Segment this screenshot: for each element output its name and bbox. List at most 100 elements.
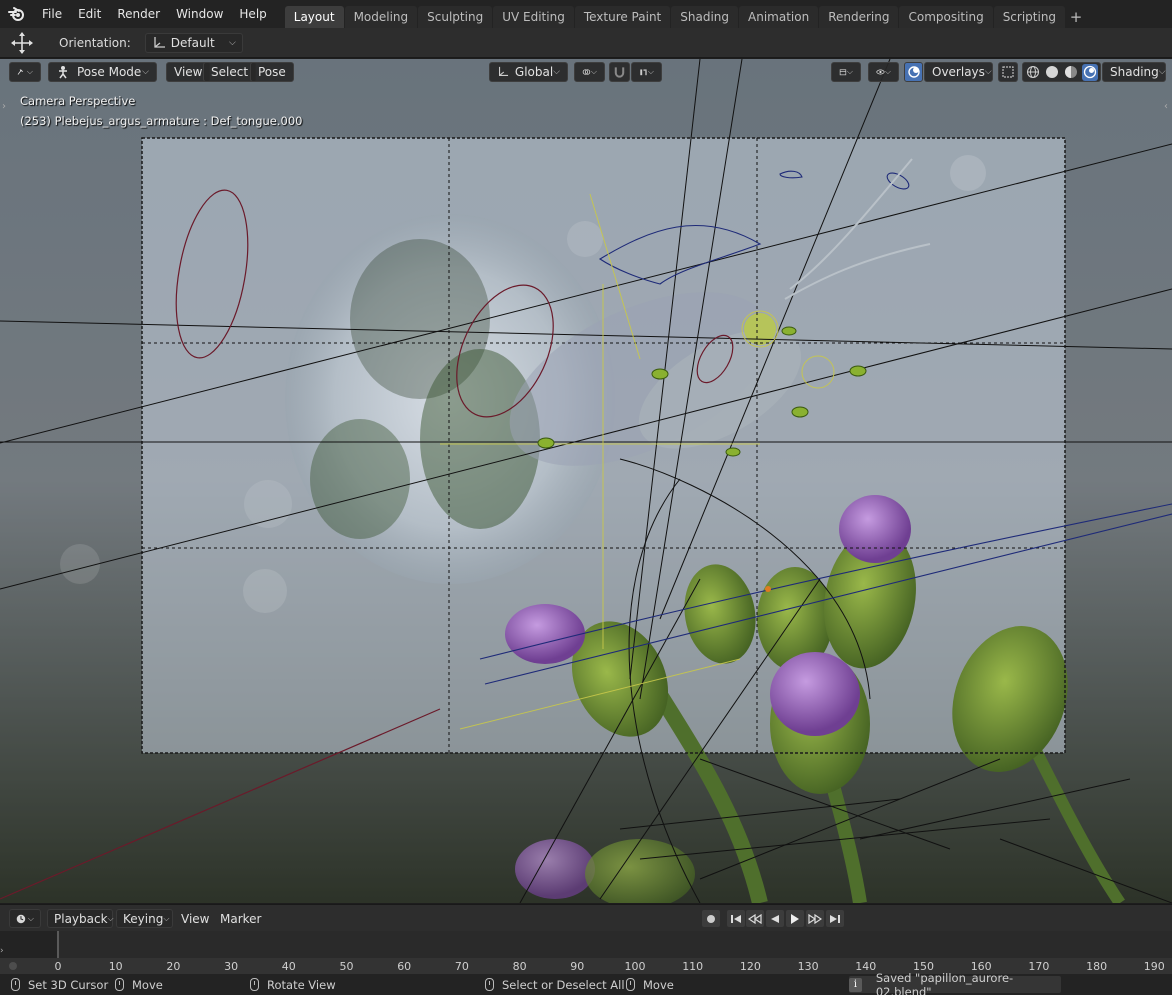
- transform-orientation-dropdown[interactable]: Global ⌵: [489, 62, 568, 82]
- status-select-deselect: Select or Deselect All: [485, 976, 625, 993]
- sidebar-expand-arrow-icon[interactable]: ‹: [1164, 101, 1172, 115]
- frame-tick-label: 90: [570, 960, 585, 973]
- solid-shading-icon[interactable]: [1044, 64, 1060, 81]
- prev-keyframe-icon[interactable]: [746, 910, 764, 927]
- frame-tick-label: 110: [682, 960, 704, 973]
- status-report[interactable]: i Saved "papillon_aurore-02.blend": [849, 971, 1061, 995]
- jump-start-icon[interactable]: [727, 910, 745, 927]
- chevron-down-icon: ⌵: [228, 37, 236, 48]
- tab-shading[interactable]: Shading: [671, 6, 738, 28]
- orientation-dropdown[interactable]: Default ⌵: [144, 32, 243, 53]
- play-reverse-icon[interactable]: [766, 910, 784, 927]
- scroll-start-handle[interactable]: [9, 962, 17, 970]
- object-visibility-button[interactable]: ⌵: [831, 62, 861, 82]
- tab-texture-paint[interactable]: Texture Paint: [574, 6, 671, 28]
- material-preview-icon[interactable]: [1063, 64, 1079, 81]
- xray-toggle[interactable]: [998, 62, 1018, 82]
- timeline-header: ⌵ Playback ⌵ Keying ⌵ View Marker: [0, 904, 1172, 931]
- frame-tick-label: 80: [512, 960, 527, 973]
- marker-menu[interactable]: Marker: [214, 909, 267, 928]
- chevron-down-icon: ⌵: [107, 913, 114, 923]
- tab-animation[interactable]: Animation: [739, 6, 819, 28]
- mouse-drag-icon: [115, 978, 124, 991]
- add-workspace-button[interactable]: +: [1066, 6, 1086, 28]
- mouse-left-icon: [485, 978, 494, 991]
- menu-edit[interactable]: Edit: [70, 0, 109, 28]
- overlays-toggle[interactable]: [904, 62, 923, 82]
- status-move-2: Move: [626, 976, 674, 993]
- active-object-text: (253) Plebejus_argus_armature : Def_tong…: [20, 114, 303, 128]
- mode-dropdown[interactable]: Pose Mode ⌵: [48, 62, 157, 82]
- select-menu[interactable]: Select: [203, 62, 257, 82]
- keying-label: Keying: [123, 911, 164, 926]
- menu-help[interactable]: Help: [231, 0, 274, 28]
- shading-label: Shading: [1110, 65, 1159, 79]
- jump-end-icon[interactable]: [826, 910, 844, 927]
- playback-menu[interactable]: Playback ⌵: [47, 909, 114, 928]
- timeline-editor-type-button[interactable]: ⌵: [9, 909, 41, 928]
- menu-window[interactable]: Window: [168, 0, 231, 28]
- view-name-text: Camera Perspective: [20, 94, 136, 108]
- transform-orientation-value: Global: [514, 65, 554, 79]
- channel-expand-arrow-icon[interactable]: ›: [0, 946, 4, 956]
- snap-toggle[interactable]: [609, 62, 630, 82]
- frame-tick-label: 70: [454, 960, 469, 973]
- tab-rendering[interactable]: Rendering: [819, 6, 899, 28]
- tab-uv-editing[interactable]: UV Editing: [493, 6, 574, 28]
- pose-mode-icon: [59, 66, 67, 79]
- play-icon[interactable]: [786, 910, 804, 927]
- overlays-icon: [907, 66, 920, 78]
- shading-dropdown[interactable]: Shading ⌵: [1102, 62, 1166, 82]
- frame-tick-label: 140: [855, 960, 877, 973]
- status-message: Saved "papillon_aurore-02.blend": [875, 970, 1014, 995]
- menu-render[interactable]: Render: [109, 0, 168, 28]
- clock-icon: [16, 914, 26, 923]
- tab-modeling[interactable]: Modeling: [344, 6, 418, 28]
- timeline[interactable]: › 0 10 20 30 40 50 60 70 80 90 100 110 120 130 140 150 1…: [0, 931, 1172, 974]
- axis-gizmo-icon: [498, 66, 509, 76]
- status-label: Select or Deselect All: [502, 977, 625, 992]
- frame-tick-label: 130: [797, 960, 819, 973]
- tab-sculpting[interactable]: Sculpting: [418, 6, 493, 28]
- pose-menu[interactable]: Pose: [250, 62, 294, 82]
- frame-tick-label: 180: [1086, 960, 1108, 973]
- timeline-view-menu[interactable]: View: [175, 909, 215, 928]
- frame-tick-label: 30: [224, 960, 239, 973]
- top-menu-bar: File Edit Render Window Help Layout Mode…: [0, 0, 1172, 28]
- chevron-down-icon: ⌵: [163, 913, 170, 923]
- tab-compositing[interactable]: Compositing: [899, 6, 993, 28]
- frame-tick-label: 60: [397, 960, 412, 973]
- proportional-edit-button[interactable]: ⌵: [631, 62, 662, 82]
- status-bar: Set 3D Cursor Move Rotate View Select or…: [0, 971, 1172, 995]
- move-transform-icon[interactable]: [0, 28, 44, 58]
- rendered-shading-icon[interactable]: [1082, 63, 1098, 81]
- tab-layout[interactable]: Layout: [284, 6, 344, 28]
- chevron-down-icon: ⌵: [846, 67, 853, 76]
- object-type-visibility-icon: [839, 69, 847, 76]
- shading-mode-group: [1022, 62, 1101, 82]
- frame-tick-label: 50: [339, 960, 354, 973]
- next-keyframe-icon[interactable]: [806, 910, 824, 927]
- playhead-line[interactable]: [57, 931, 59, 960]
- playback-label: Playback: [54, 911, 108, 926]
- proportional-edit-icon: [640, 69, 647, 76]
- editor-type-button[interactable]: ⌵: [9, 62, 41, 82]
- mouse-drag-icon: [626, 978, 635, 991]
- record-icon[interactable]: [702, 910, 720, 927]
- keying-menu[interactable]: Keying ⌵: [116, 909, 173, 928]
- pivot-point-button[interactable]: ⌵: [574, 62, 605, 82]
- overlays-dropdown[interactable]: Overlays ⌵: [924, 62, 993, 82]
- status-label: Set 3D Cursor: [28, 977, 109, 992]
- timeline-before-start-region: [0, 931, 57, 960]
- blender-logo-icon[interactable]: [0, 0, 34, 28]
- tab-scripting[interactable]: Scripting: [993, 6, 1066, 28]
- 3d-viewport[interactable]: ⌵ Pose Mode ⌵ View Select Pose Global ⌵ …: [0, 59, 1172, 903]
- snap-magnet-icon: [614, 67, 625, 78]
- chevron-down-icon: ⌵: [142, 67, 149, 77]
- wireframe-shading-icon[interactable]: [1025, 64, 1041, 81]
- toolbar-expand-arrow-icon[interactable]: ›: [2, 101, 10, 115]
- viewport-scene[interactable]: [0, 59, 1172, 903]
- gizmo-button[interactable]: ⌵: [868, 62, 899, 82]
- menu-file[interactable]: File: [34, 0, 70, 28]
- gizmo-eye-icon: [876, 69, 885, 75]
